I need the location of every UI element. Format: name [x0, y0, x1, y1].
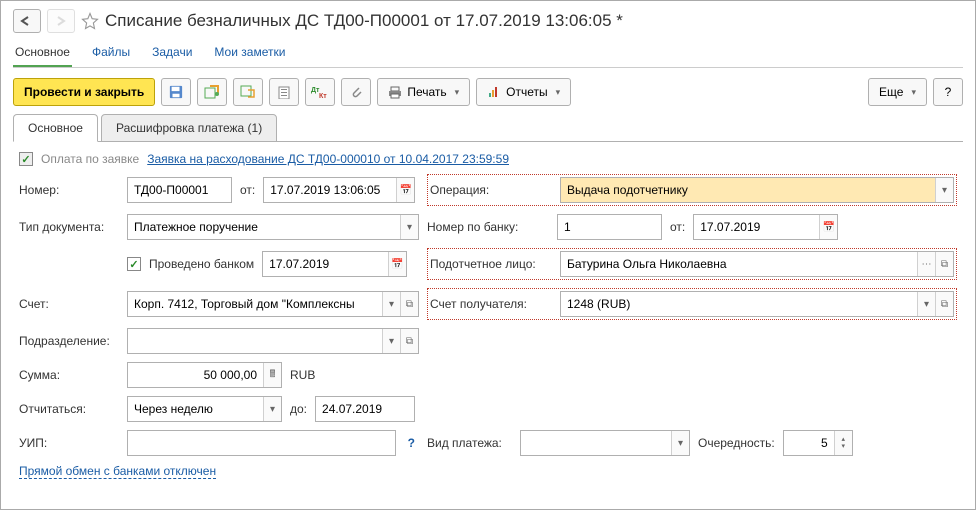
uip-label: УИП:: [19, 436, 119, 450]
report-to-label: до:: [290, 402, 307, 416]
back-button[interactable]: [13, 9, 41, 33]
sum-field[interactable]: [128, 363, 263, 387]
attachments-button[interactable]: [341, 78, 371, 106]
uip-field[interactable]: [128, 431, 395, 455]
dept-field[interactable]: [128, 329, 382, 353]
from-label: от:: [240, 183, 255, 197]
chevron-down-icon[interactable]: ▾: [400, 215, 418, 239]
svg-text:Кт: Кт: [319, 93, 327, 99]
bank-exchange-link[interactable]: Прямой обмен с банками отключен: [19, 464, 216, 479]
account-field[interactable]: [128, 292, 382, 316]
currency-label: RUB: [290, 368, 315, 382]
bank-no-label: Номер по банку:: [427, 220, 549, 234]
priority-label: Очередность:: [698, 436, 775, 450]
more-button[interactable]: Еще▾: [868, 78, 927, 106]
pay-by-request-checkbox: [19, 152, 33, 166]
sum-label: Сумма:: [19, 368, 119, 382]
repost-button[interactable]: [233, 78, 263, 106]
tab-main[interactable]: Основное: [13, 114, 98, 142]
chevron-down-icon[interactable]: ▾: [917, 292, 935, 316]
doc-type-label: Тип документа:: [19, 220, 119, 234]
operation-field[interactable]: [561, 178, 935, 202]
print-button[interactable]: Печать▾: [377, 78, 470, 106]
chevron-down-icon[interactable]: ▾: [382, 329, 400, 353]
page-title: Списание безналичных ДС ТД00-П00001 от 1…: [105, 11, 623, 31]
open-icon[interactable]: ⧉: [400, 329, 418, 353]
calc-icon[interactable]: 🖩: [263, 363, 281, 387]
processed-date-field[interactable]: [263, 252, 388, 276]
recipient-acc-field[interactable]: [561, 292, 917, 316]
dept-label: Подразделение:: [19, 334, 119, 348]
recipient-acc-label: Счет получателя:: [430, 297, 552, 311]
nav-main[interactable]: Основное: [13, 39, 72, 67]
chevron-down-icon[interactable]: ▾: [263, 397, 281, 421]
nav-notes[interactable]: Мои заметки: [212, 39, 287, 67]
spinner-icon[interactable]: ▴▾: [834, 431, 852, 455]
report-label: Отчитаться:: [19, 402, 119, 416]
bank-date-field[interactable]: [694, 215, 819, 239]
operation-label: Операция:: [430, 183, 552, 197]
reports-button[interactable]: Отчеты▾: [476, 78, 571, 106]
reports-label: Отчеты: [506, 85, 547, 99]
nav-files[interactable]: Файлы: [90, 39, 132, 67]
payee-label: Подотчетное лицо:: [430, 257, 552, 271]
priority-field[interactable]: [784, 431, 834, 455]
chevron-down-icon[interactable]: ▾: [935, 178, 953, 202]
bank-from-label: от:: [670, 220, 685, 234]
help-button[interactable]: ?: [933, 78, 963, 106]
report-to-field[interactable]: [316, 397, 414, 421]
uip-help-icon[interactable]: ?: [404, 436, 419, 450]
dt-kt-button[interactable]: ДтКт: [305, 78, 335, 106]
chevron-down-icon[interactable]: ▾: [382, 292, 400, 316]
pay-kind-label: Вид платежа:: [427, 436, 512, 450]
open-icon[interactable]: ⧉: [935, 252, 953, 276]
dots-icon[interactable]: ⋯: [917, 252, 935, 276]
report-field[interactable]: [128, 397, 263, 421]
date-field[interactable]: [264, 178, 396, 202]
print-label: Печать: [407, 85, 446, 99]
more-label: Еще: [879, 85, 903, 99]
number-label: Номер:: [19, 183, 119, 197]
doc-type-field[interactable]: [128, 215, 400, 239]
request-link[interactable]: Заявка на расходование ДС ТД00-000010 от…: [147, 152, 509, 166]
post-button[interactable]: [197, 78, 227, 106]
processed-checkbox[interactable]: [127, 257, 141, 271]
pay-by-request-label: Оплата по заявке: [41, 152, 139, 166]
tab-details[interactable]: Расшифровка платежа (1): [101, 114, 277, 142]
nav-tasks[interactable]: Задачи: [150, 39, 194, 67]
post-and-close-button[interactable]: Провести и закрыть: [13, 78, 155, 106]
forward-button[interactable]: [47, 9, 75, 33]
account-label: Счет:: [19, 297, 119, 311]
processed-label: Проведено банком: [149, 257, 254, 271]
pay-kind-field[interactable]: [521, 431, 671, 455]
create-based-on-button[interactable]: [269, 78, 299, 106]
calendar-icon[interactable]: 📅: [388, 252, 406, 276]
bank-no-field[interactable]: [558, 215, 661, 239]
star-icon[interactable]: [81, 12, 99, 30]
open-icon[interactable]: ⧉: [400, 292, 418, 316]
calendar-icon[interactable]: 📅: [396, 178, 414, 202]
chevron-down-icon[interactable]: ▾: [671, 431, 689, 455]
calendar-icon[interactable]: 📅: [819, 215, 837, 239]
open-icon[interactable]: ⧉: [935, 292, 953, 316]
number-field[interactable]: [128, 178, 231, 202]
save-button[interactable]: [161, 78, 191, 106]
payee-field[interactable]: [561, 252, 917, 276]
